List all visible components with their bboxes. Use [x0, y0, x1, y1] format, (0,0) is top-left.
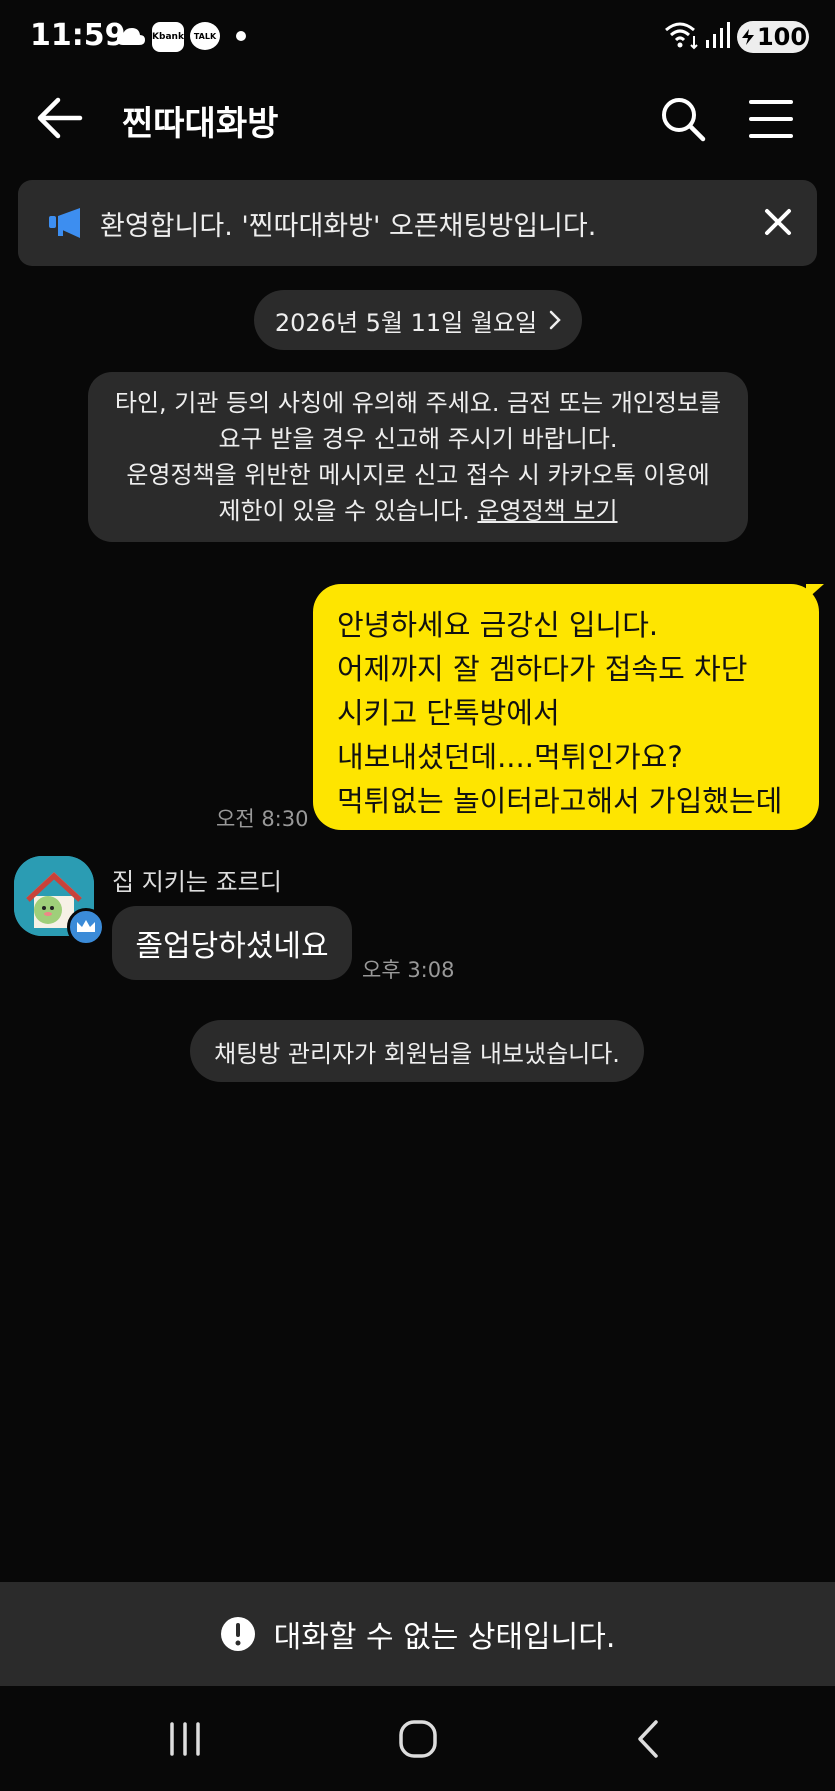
message-line: 내보내셨던데....먹튀인가요?	[337, 740, 683, 774]
message-time: 오전 8:30	[216, 807, 309, 831]
received-message-time: 오후 3:08	[362, 958, 455, 982]
home-button[interactable]	[396, 1718, 442, 1760]
battery-charging-icon	[741, 29, 754, 45]
received-message-text: 졸업당하셨네요	[135, 929, 329, 964]
recent-apps-button[interactable]	[162, 1718, 208, 1760]
chat-room-title: 찐따대화방	[122, 104, 279, 144]
notice-close-button[interactable]	[762, 206, 794, 238]
message-line: 어제까지 잘 겜하다가 접속도 차단	[337, 652, 748, 686]
warning-line-2: 요구 받을 경우 신고해 주시기 바랍니다.	[218, 425, 618, 453]
megaphone-icon	[48, 206, 84, 240]
exclamation-circle-icon	[220, 1617, 255, 1651]
my-message-bubble[interactable]: 안녕하세요 금강신 입니다. 어제까지 잘 겜하다가 접속도 차단 시키고 단톡…	[313, 584, 819, 830]
signal-icon	[704, 20, 732, 50]
message-line: 시키고 단톡방에서	[337, 696, 560, 730]
search-button[interactable]	[660, 96, 706, 142]
kakaotalk-icon: TALK	[190, 22, 220, 50]
chat-disabled-bar: 대화할 수 없는 상태입니다.	[0, 1582, 835, 1686]
notice-banner[interactable]: 환영합니다. '찐따대화방' 오픈채팅방입니다.	[18, 180, 817, 266]
warning-line-3: 운영정책을 위반한 메시지로 신고 접수 시 카카오톡 이용에	[126, 461, 710, 489]
message-line: 먹튀없는 놀이터라고해서 가입했는데	[337, 784, 783, 818]
wifi-icon	[664, 20, 700, 50]
chat-disabled-text: 대화할 수 없는 상태입니다.	[273, 1620, 616, 1655]
safety-warning: 타인, 기관 등의 사칭에 유의해 주세요. 금전 또는 개인정보를 요구 받을…	[88, 372, 748, 542]
battery-level: 100	[756, 23, 808, 51]
received-message-bubble[interactable]: 졸업당하셨네요	[112, 906, 352, 980]
date-divider[interactable]: 2026년 5월 11일 월요일	[254, 290, 582, 350]
status-time: 11:59	[30, 18, 126, 53]
cloud-icon	[116, 22, 146, 52]
system-message-text: 채팅방 관리자가 회원님을 내보냈습니다.	[214, 1039, 620, 1068]
notice-text: 환영합니다. '찐따대화방' 오픈채팅방입니다.	[100, 211, 597, 242]
policy-link[interactable]: 운영정책 보기	[477, 497, 617, 525]
crown-icon	[77, 920, 95, 932]
hamburger-menu-icon	[749, 100, 793, 138]
bubble-tail	[806, 584, 824, 600]
recent-apps-icon	[170, 1722, 200, 1756]
chevron-right-icon	[549, 310, 561, 330]
close-icon	[765, 209, 791, 235]
home-icon	[399, 1720, 437, 1758]
notification-dot-icon	[236, 31, 246, 41]
sender-name: 집 지키는 죠르디	[112, 868, 282, 896]
search-icon	[662, 98, 706, 142]
menu-button[interactable]	[748, 98, 794, 140]
warning-line-4-text: 제한이 있을 수 있습니다.	[218, 497, 478, 525]
back-button[interactable]	[36, 96, 86, 140]
warning-line-4: 제한이 있을 수 있습니다. 운영정책 보기	[218, 493, 617, 529]
battery-indicator: 100	[737, 21, 809, 53]
message-line: 안녕하세요 금강신 입니다.	[337, 608, 659, 642]
arrow-left-icon	[37, 97, 83, 139]
system-message: 채팅방 관리자가 회원님을 내보냈습니다.	[190, 1020, 644, 1082]
warning-line-1: 타인, 기관 등의 사칭에 유의해 주세요. 금전 또는 개인정보를	[114, 389, 722, 417]
kbank-icon: Kbank	[152, 22, 184, 52]
back-nav-button[interactable]	[628, 1718, 674, 1760]
chevron-left-icon	[638, 1720, 658, 1758]
crown-badge	[67, 908, 105, 946]
date-text: 2026년 5월 11일 월요일	[274, 308, 538, 337]
